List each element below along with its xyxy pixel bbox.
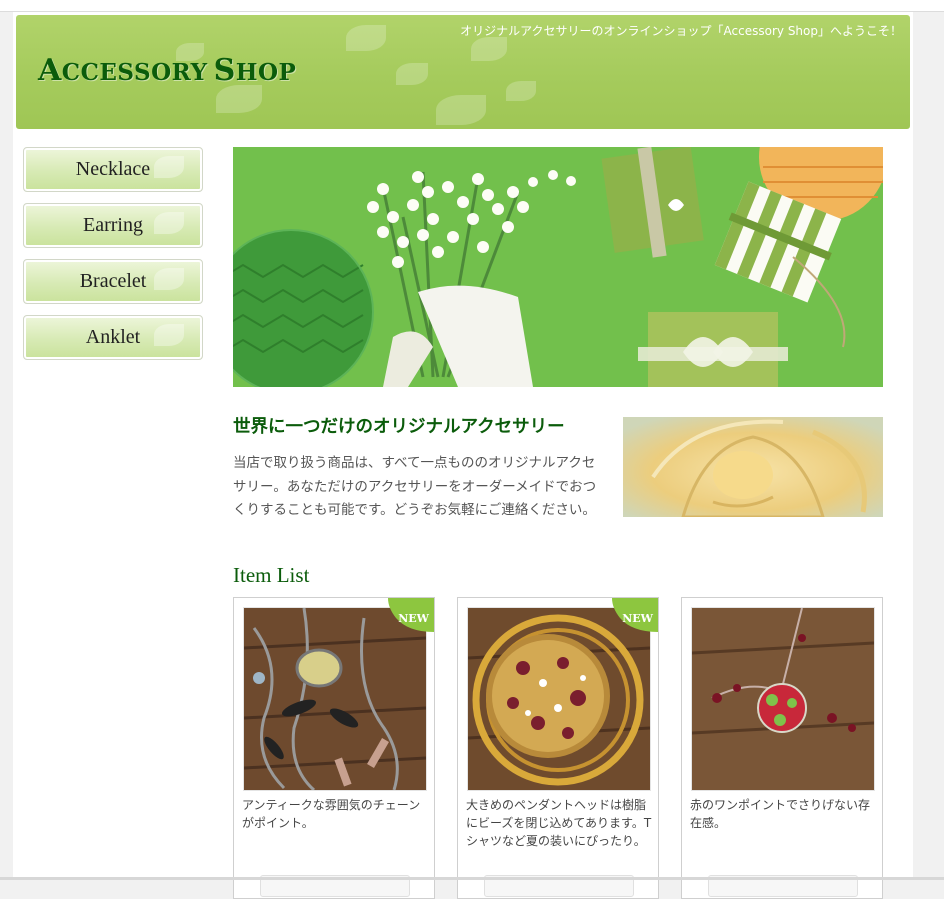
item-card[interactable]: 赤のワンポイントでさりげない存在感。	[681, 597, 883, 899]
header-leaf-decoration	[346, 25, 386, 51]
new-badge: NEW	[612, 598, 658, 632]
nav-item-anklet[interactable]: Anklet	[23, 315, 203, 360]
item-photo-illustration	[468, 608, 650, 790]
item-caption: アンティークな雰囲気のチェーンがポイント。	[242, 798, 421, 830]
nav-item-label: Earring	[83, 214, 143, 236]
nav-item-label: Necklace	[75, 158, 151, 180]
item-list-heading: Item List	[233, 563, 310, 587]
intro-paragraph: 当店で取り扱う商品は、すべて一点もののオリジナルアクセサリー。あなただけのアクセ…	[233, 455, 597, 518]
new-badge-label: NEW	[398, 612, 429, 625]
button-leaf-decoration	[154, 156, 184, 178]
logo-text: HOP	[235, 59, 297, 86]
hero-illustration	[233, 147, 883, 387]
header-leaf-decoration	[436, 95, 486, 125]
item-card[interactable]: NEW アンティークな雰囲気のチェーンがポイント。	[233, 597, 435, 899]
header-leaf-decoration	[396, 63, 428, 85]
header-leaf-decoration	[216, 85, 262, 113]
hero-image	[233, 147, 883, 387]
button-leaf-decoration	[154, 212, 184, 234]
item-photo-illustration	[244, 608, 426, 790]
site-logo[interactable]: ACCESSORY SHOP	[38, 53, 296, 88]
site-header: オリジナルアクセサリーのオンラインショップ「Accessory Shop」へよう…	[16, 15, 910, 129]
new-badge-label: NEW	[622, 612, 653, 625]
rose-illustration	[623, 417, 883, 517]
nav-item-bracelet[interactable]: Bracelet	[23, 259, 203, 304]
nav-item-earring[interactable]: Earring	[23, 203, 203, 248]
item-photo[interactable]	[691, 607, 875, 791]
logo-text: S	[213, 53, 236, 88]
logo-text: CCESSORY	[61, 59, 208, 86]
nav-item-label: Bracelet	[79, 270, 147, 292]
sidebar-nav: Necklace Earring Bracelet Anklet	[23, 147, 205, 371]
button-leaf-decoration	[154, 268, 184, 290]
item-photo[interactable]	[243, 607, 427, 791]
nav-item-necklace[interactable]: Necklace	[23, 147, 203, 192]
intro-heading: 世界に一つだけのオリジナルアクセサリー	[233, 417, 565, 437]
item-caption: 大きめのペンダントヘッドは樹脂にビーズを閉じ込めてあります。Tシャツなど夏の装い…	[466, 798, 652, 848]
new-badge: NEW	[388, 598, 434, 632]
rose-image	[623, 417, 883, 517]
item-photo-illustration	[692, 608, 874, 790]
header-leaf-decoration	[506, 81, 536, 101]
item-card[interactable]: NEW 大きめのペンダントヘッドは樹脂にビーズを閉じ込めてあります。Tシャツなど…	[457, 597, 659, 899]
header-leaf-decoration	[471, 37, 507, 61]
welcome-message: オリジナルアクセサリーのオンラインショップ「Accessory Shop」へよう…	[460, 24, 902, 38]
item-caption: 赤のワンポイントでさりげない存在感。	[690, 798, 871, 830]
button-leaf-decoration	[154, 324, 184, 346]
logo-text: A	[38, 53, 62, 88]
item-photo[interactable]	[467, 607, 651, 791]
nav-item-label: Anklet	[85, 326, 141, 348]
browser-top-edge	[0, 0, 944, 12]
